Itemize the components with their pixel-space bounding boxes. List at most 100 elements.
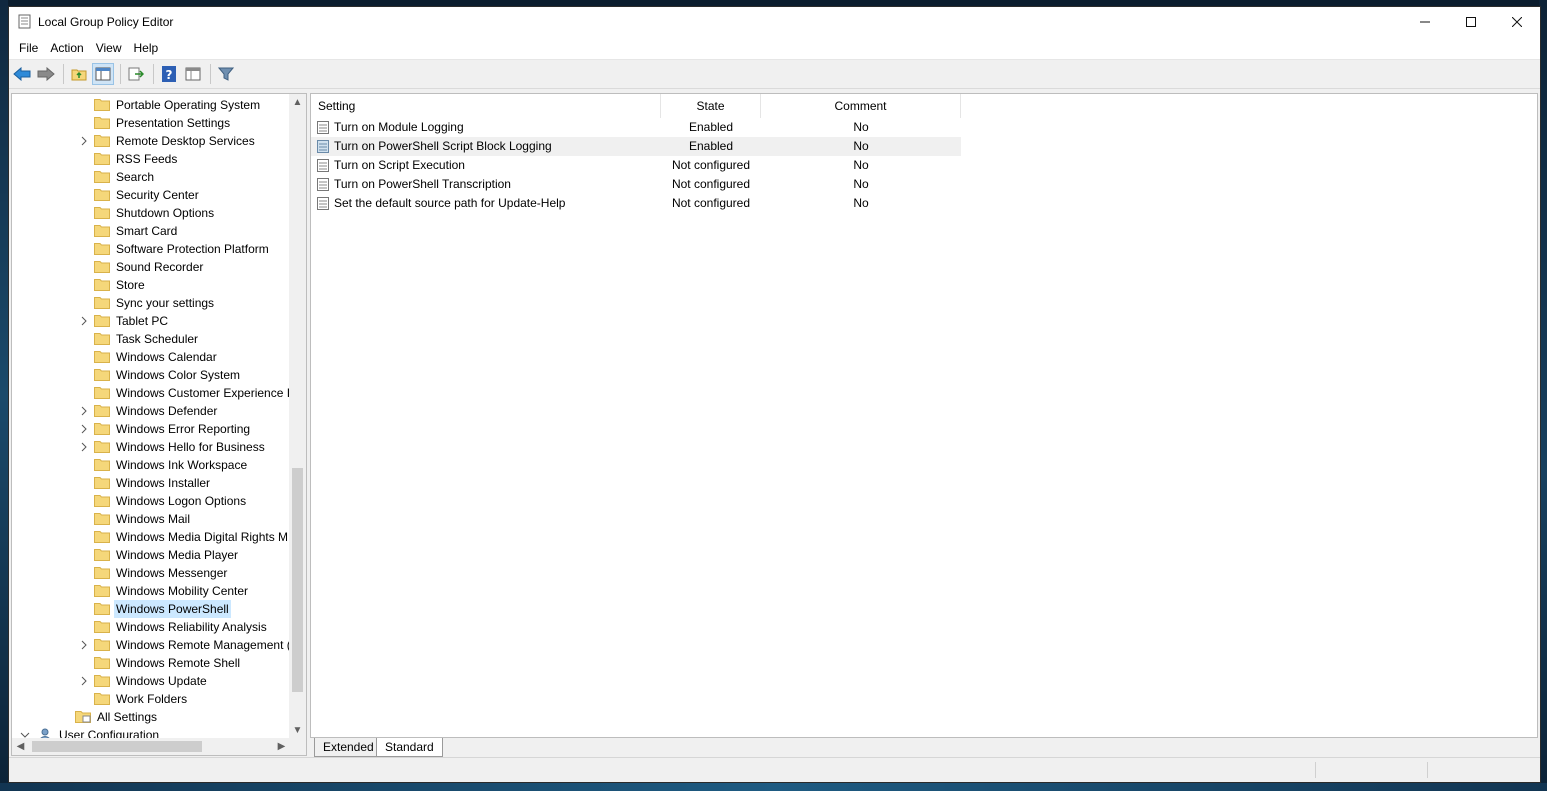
tree-item-label: Windows Media Player	[116, 548, 239, 562]
tree-item[interactable]: Smart Card	[12, 222, 290, 240]
tree-item[interactable]: Windows Reliability Analysis	[12, 618, 290, 636]
tree-item-label: Windows PowerShell	[114, 600, 231, 618]
window-title: Local Group Policy Editor	[38, 15, 174, 29]
tree-item[interactable]: Windows Remote Management (	[12, 636, 290, 654]
tree-item-label: Presentation Settings	[116, 116, 231, 130]
tree-item[interactable]: Windows Customer Experience Ir	[12, 384, 290, 402]
tree-item[interactable]: Windows Installer	[12, 474, 290, 492]
scroll-up-icon[interactable]: ▲	[289, 94, 306, 111]
title-bar[interactable]: Local Group Policy Editor	[9, 7, 1540, 37]
tree-horizontal-scrollbar[interactable]: ◀ ▶	[12, 738, 290, 755]
tree-item[interactable]: Windows Messenger	[12, 564, 290, 582]
policy-state: Not configured	[671, 196, 751, 210]
back-button[interactable]	[11, 63, 33, 85]
policy-setting-icon	[317, 159, 329, 172]
policy-setting-icon	[317, 140, 329, 153]
tree-item[interactable]: Windows Media Digital Rights M	[12, 528, 290, 546]
policy-row[interactable]: Turn on PowerShell Transcription Not conf…	[311, 175, 961, 194]
tree-item[interactable]: Windows Remote Shell	[12, 654, 290, 672]
tree-item[interactable]: Windows Error Reporting	[12, 420, 290, 438]
policy-row[interactable]: Turn on PowerShell Script Block Logging E…	[311, 137, 961, 156]
menu-view[interactable]: View	[90, 38, 128, 58]
tree-item-label: Windows Defender	[116, 404, 218, 418]
tree-item[interactable]: Windows Mail	[12, 510, 290, 528]
tree-item[interactable]: Software Protection Platform	[12, 240, 290, 258]
chevron-right-icon[interactable]	[79, 676, 89, 686]
help-button[interactable]: ?	[158, 63, 180, 85]
menu-action[interactable]: Action	[44, 38, 89, 58]
tree-item[interactable]: Windows Update	[12, 672, 290, 690]
folder-icon	[94, 675, 110, 687]
menu-help[interactable]: Help	[128, 38, 165, 58]
chevron-right-icon[interactable]	[79, 406, 89, 416]
policy-comment: No	[853, 139, 869, 153]
filter-button[interactable]	[215, 63, 237, 85]
tab-standard[interactable]: Standard	[376, 738, 443, 757]
tree-item[interactable]: Windows Color System	[12, 366, 290, 384]
chevron-right-icon[interactable]	[79, 136, 89, 146]
up-one-level-button[interactable]	[68, 63, 90, 85]
column-header-comment[interactable]: Comment	[761, 94, 961, 118]
folder-icon	[94, 297, 110, 309]
vertical-scroll-thumb[interactable]	[292, 468, 303, 692]
folder-icon	[94, 603, 110, 615]
tree-item[interactable]: Work Folders	[12, 690, 290, 708]
folder-icon	[94, 207, 110, 219]
tab-extended[interactable]: Extended	[314, 738, 383, 757]
column-header-setting[interactable]: Setting	[311, 94, 661, 118]
status-bar	[9, 757, 1540, 782]
tree-item[interactable]: Presentation Settings	[12, 114, 290, 132]
tree-item[interactable]: Store	[12, 276, 290, 294]
scroll-down-icon[interactable]: ▼	[289, 722, 306, 739]
details-list-pane[interactable]: Setting State Comment Turn on Module Log…	[310, 93, 1538, 738]
policy-setting-icon	[317, 178, 329, 191]
tree-item[interactable]: Sound Recorder	[12, 258, 290, 276]
folder-icon	[94, 261, 110, 273]
folder-icon	[94, 621, 110, 633]
export-list-button[interactable]	[125, 63, 147, 85]
console-tree-pane[interactable]: Portable Operating System Presentation Se…	[11, 93, 307, 756]
tree-item[interactable]: Windows Media Player	[12, 546, 290, 564]
tree-item[interactable]: Sync your settings	[12, 294, 290, 312]
policy-row[interactable]: Turn on Script Execution Not configured No	[311, 156, 961, 175]
horizontal-scroll-thumb[interactable]	[32, 741, 202, 752]
tree-item[interactable]: RSS Feeds	[12, 150, 290, 168]
tree-item[interactable]: Windows Hello for Business	[12, 438, 290, 456]
show-hide-console-tree-button[interactable]	[92, 63, 114, 85]
minimize-button[interactable]	[1402, 7, 1448, 37]
tree-item[interactable]: Windows Calendar	[12, 348, 290, 366]
tree-item[interactable]: Remote Desktop Services	[12, 132, 290, 150]
folder-icon	[94, 279, 110, 291]
column-header-state[interactable]: State	[661, 94, 761, 118]
chevron-right-icon[interactable]	[79, 424, 89, 434]
chevron-right-icon[interactable]	[79, 640, 89, 650]
tree-item[interactable]: Windows Defender	[12, 402, 290, 420]
tree-item[interactable]: Windows Logon Options	[12, 492, 290, 510]
maximize-button[interactable]	[1448, 7, 1494, 37]
policy-row[interactable]: Turn on Module Logging Enabled No	[311, 118, 961, 137]
tree-item-label: Remote Desktop Services	[116, 134, 255, 148]
close-button[interactable]	[1494, 7, 1540, 37]
forward-button[interactable]	[35, 63, 57, 85]
scroll-right-icon[interactable]: ▶	[273, 738, 290, 755]
tree-item[interactable]: Task Scheduler	[12, 330, 290, 348]
tree-item[interactable]: Security Center	[12, 186, 290, 204]
tree-item[interactable]: Shutdown Options	[12, 204, 290, 222]
tree-item[interactable]: Windows PowerShell	[12, 600, 290, 618]
policy-row[interactable]: Set the default source path for Update-H…	[311, 194, 961, 213]
folder-icon	[94, 441, 110, 453]
tree-vertical-scrollbar[interactable]: ▲ ▼	[289, 94, 306, 739]
tree-item-all-settings[interactable]: All Settings	[12, 708, 290, 726]
toolbar-separator	[153, 64, 154, 84]
chevron-right-icon[interactable]	[79, 316, 89, 326]
scroll-left-icon[interactable]: ◀	[12, 738, 29, 755]
tree-item[interactable]: Search	[12, 168, 290, 186]
tree-item[interactable]: Windows Ink Workspace	[12, 456, 290, 474]
menu-file[interactable]: File	[13, 38, 44, 58]
maximize-icon	[1466, 17, 1476, 27]
tree-item[interactable]: Windows Mobility Center	[12, 582, 290, 600]
properties-button[interactable]	[182, 63, 204, 85]
chevron-right-icon[interactable]	[79, 442, 89, 452]
tree-item[interactable]: Tablet PC	[12, 312, 290, 330]
tree-item[interactable]: Portable Operating System	[12, 96, 290, 114]
